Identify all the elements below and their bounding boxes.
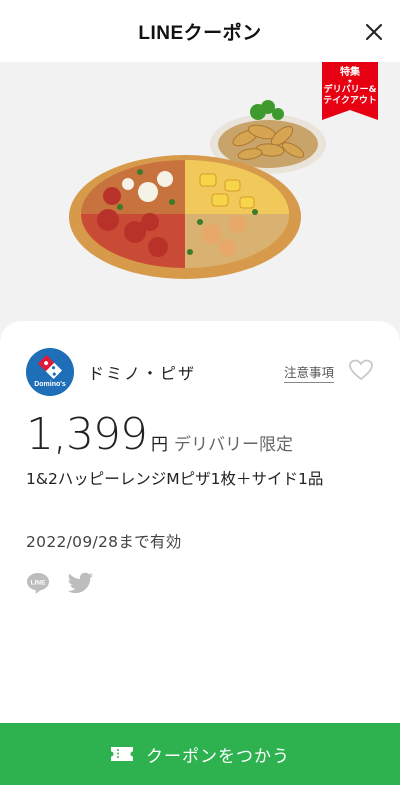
bottom-safe-area bbox=[0, 785, 400, 797]
price-row: 1,399 円 デリバリー限定 bbox=[26, 407, 293, 463]
close-icon[interactable] bbox=[364, 22, 384, 42]
ribbon-star: ★ bbox=[347, 78, 353, 85]
share-row: LINE bbox=[26, 572, 94, 594]
price-value: 1,399 bbox=[26, 409, 148, 460]
twitter-icon[interactable] bbox=[68, 572, 94, 594]
ticket-icon bbox=[111, 747, 133, 761]
header-bar: LINEクーポン bbox=[0, 0, 400, 62]
logo-text: Domino's bbox=[34, 381, 66, 388]
notice-link[interactable]: 注意事項 bbox=[283, 362, 334, 383]
use-coupon-label: クーポンをつかう bbox=[146, 746, 290, 767]
coupon-description: 1&2ハッピーレンジMピザ1枚＋サイド1品 bbox=[26, 470, 324, 488]
ribbon-line2: デリバリー& bbox=[323, 85, 377, 95]
svg-text:LINE: LINE bbox=[31, 579, 46, 586]
page-title: LINEクーポン bbox=[138, 22, 262, 44]
expiry-date: 2022/09/28まで有効 bbox=[26, 533, 182, 551]
ribbon-text: 特集 ★ デリバリー& テイクアウト bbox=[322, 67, 378, 107]
ribbon-line3: テイクアウト bbox=[323, 96, 377, 106]
heart-icon[interactable] bbox=[348, 358, 374, 382]
line-icon[interactable]: LINE bbox=[26, 572, 50, 594]
dominos-logo-icon: Domino's bbox=[26, 348, 74, 396]
brand-name: ドミノ・ピザ bbox=[88, 364, 197, 383]
feature-ribbon: 特集 ★ デリバリー& テイクアウト bbox=[322, 62, 378, 120]
brand-row: Domino's ドミノ・ピザ 注意事項 bbox=[26, 348, 376, 396]
brand-logo: Domino's bbox=[26, 348, 74, 396]
price-note: デリバリー限定 bbox=[173, 435, 293, 455]
price-unit: 円 bbox=[150, 435, 168, 455]
use-coupon-button[interactable]: クーポンをつかう bbox=[0, 723, 400, 785]
coupon-card: Domino's ドミノ・ピザ 注意事項 1,399 円 デリバリー限定 1&2… bbox=[0, 321, 400, 723]
ribbon-title: 特集 bbox=[340, 67, 360, 78]
